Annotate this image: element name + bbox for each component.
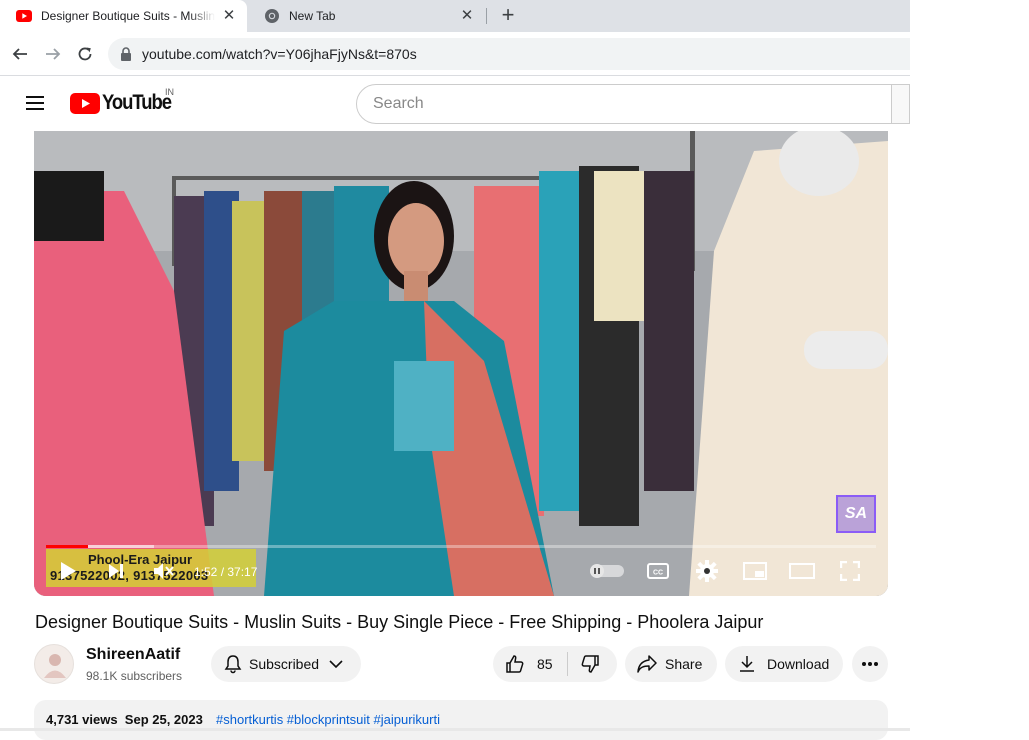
back-icon[interactable]: [8, 42, 32, 66]
tab-title: Designer Boutique Suits - Muslin Suits -…: [41, 9, 215, 23]
channel-avatar[interactable]: [34, 644, 74, 684]
view-date-meta: 4,731 views Sep 25, 2023: [46, 712, 203, 727]
video-player[interactable]: Phool-Era Jaipur 9137522002, 9137522003 …: [34, 131, 888, 596]
reload-icon[interactable]: [73, 42, 97, 66]
fullscreen-icon[interactable]: [838, 559, 862, 583]
video-frame: [34, 131, 888, 596]
forward-icon[interactable]: [41, 42, 65, 66]
logo-wordmark: YouTube: [102, 91, 172, 114]
view-count: 4,731 views: [46, 712, 118, 727]
tab-title: New Tab: [289, 9, 336, 23]
channel-name[interactable]: ShireenAatif: [86, 646, 180, 664]
svg-text:CC: CC: [653, 570, 663, 577]
progress-bar[interactable]: [46, 545, 876, 548]
video-title: Designer Boutique Suits - Muslin Suits -…: [35, 612, 764, 632]
bell-icon: [224, 655, 242, 674]
youtube-logo[interactable]: YouTube IN: [70, 87, 180, 114]
download-button[interactable]: Download: [725, 646, 843, 682]
channel-watermark[interactable]: SA: [836, 495, 876, 533]
tab-divider: [486, 8, 487, 24]
chevron-down-icon: [329, 660, 343, 669]
youtube-play-logo-icon: [70, 92, 100, 114]
tab-youtube[interactable]: Designer Boutique Suits - Muslin Suits -…: [0, 0, 247, 32]
tab-strip: Designer Boutique Suits - Muslin Suits -…: [0, 0, 910, 32]
thumbs-down-icon[interactable]: [580, 654, 600, 674]
more-horizontal-icon: [862, 662, 878, 666]
download-label: Download: [767, 656, 830, 672]
subscribed-button[interactable]: Subscribed: [211, 646, 361, 682]
time-display: 1:52 / 37:17: [194, 565, 258, 579]
play-icon[interactable]: [56, 559, 80, 583]
menu-icon[interactable]: [26, 96, 44, 110]
theater-mode-icon[interactable]: [789, 559, 815, 583]
share-label: Share: [665, 656, 703, 672]
captions-icon[interactable]: CC: [646, 559, 670, 583]
like-dislike-group: 85: [493, 646, 617, 682]
share-icon: [637, 655, 657, 673]
close-tab-icon[interactable]: ✕: [221, 8, 237, 24]
country-code: IN: [165, 87, 174, 97]
thumbs-up-icon[interactable]: [505, 654, 525, 674]
buffer-bar: [87, 545, 154, 548]
url-text: youtube.com/watch?v=Y06jhaFjyNs&t=870s: [142, 46, 417, 62]
address-bar[interactable]: youtube.com/watch?v=Y06jhaFjyNs&t=870s: [108, 38, 910, 70]
like-count[interactable]: 85: [537, 656, 553, 672]
like-divider: [566, 652, 568, 676]
mute-icon[interactable]: [152, 559, 176, 583]
browser-toolbar: youtube.com/watch?v=Y06jhaFjyNs&t=870s: [0, 32, 910, 76]
search-input[interactable]: [373, 95, 873, 113]
chrome-icon: [265, 9, 279, 23]
search-box: [356, 84, 892, 124]
next-icon[interactable]: [104, 559, 128, 583]
lock-icon: [121, 47, 131, 61]
new-tab-icon[interactable]: +: [496, 4, 520, 28]
upload-date: Sep 25, 2023: [124, 712, 203, 727]
description-box[interactable]: 4,731 views Sep 25, 2023 #shortkurtis #b…: [34, 700, 888, 740]
subscribed-label: Subscribed: [249, 656, 320, 672]
autoplay-toggle[interactable]: [590, 559, 624, 583]
progress-fill: [46, 545, 88, 548]
hashtags[interactable]: #shortkurtis #blockprintsuit #jaipurikur…: [216, 712, 440, 727]
more-actions-button[interactable]: [852, 646, 888, 682]
subscriber-count: 98.1K subscribers: [86, 669, 183, 683]
youtube-header: YouTube IN: [0, 77, 910, 131]
browser-window: Designer Boutique Suits - Muslin Suits -…: [0, 0, 910, 740]
miniplayer-icon[interactable]: [742, 559, 768, 583]
close-tab-icon[interactable]: ✕: [459, 8, 475, 24]
settings-icon[interactable]: [695, 559, 719, 583]
share-button[interactable]: Share: [625, 646, 717, 682]
youtube-favicon-icon: [16, 10, 32, 22]
search-button[interactable]: [892, 84, 910, 124]
tab-new-tab[interactable]: New Tab ✕: [248, 0, 485, 32]
download-icon: [740, 656, 754, 672]
